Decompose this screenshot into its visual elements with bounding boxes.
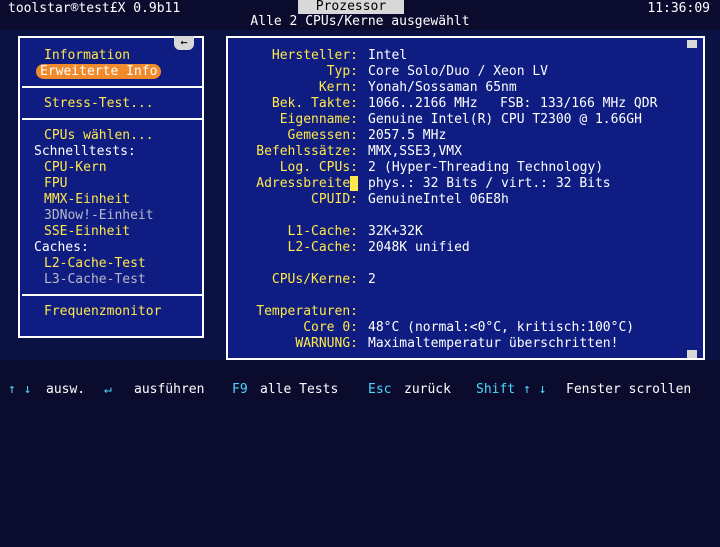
value-bek-takte: 1066..2166 MHz: [368, 96, 478, 111]
menu-item-cpus-waehlen[interactable]: CPUs wählen...: [44, 128, 154, 143]
label-hersteller: Hersteller:: [271, 48, 358, 63]
label-log-cpus: Log. CPUs:: [279, 160, 358, 175]
label-cpuid: CPUID:: [311, 192, 358, 207]
hint-zurueck: zurück: [404, 382, 451, 397]
hint-alle-tests: alle Tests: [260, 382, 339, 397]
value-cpuid: GenuineIntel 06E8h: [368, 192, 509, 207]
menu-item-fpu[interactable]: FPU: [44, 176, 67, 191]
menu-item-l3-cache-test: L3-Cache-Test: [44, 272, 146, 287]
key-hint-bar: ↑ ↓ ausw. ↵ ausführen F9 alle Tests Esc …: [0, 382, 720, 400]
label-gemessen: Gemessen:: [287, 128, 358, 143]
f9-key: F9: [232, 382, 248, 397]
menu-item-l2-cache-test[interactable]: L2-Cache-Test: [44, 256, 146, 271]
menu-divider: [22, 294, 202, 296]
value-adressbreite: phys.: 32 Bits / virt.: 32 Bits: [368, 176, 611, 191]
value-hersteller: Intel: [368, 48, 408, 63]
menu-item-information[interactable]: Information: [44, 48, 130, 63]
scroll-up-icon[interactable]: [687, 40, 697, 48]
menu-item-frequenzmonitor[interactable]: Frequenzmonitor: [44, 304, 161, 319]
menu-divider: [22, 118, 202, 120]
scrollbar[interactable]: [687, 40, 697, 358]
hint-ausfuehren: ausführen: [134, 382, 205, 397]
menu-item-cpu-kern[interactable]: CPU-Kern: [44, 160, 107, 175]
hint-ausw: ausw.: [46, 382, 86, 397]
label-warnung: WARNUNG:: [295, 336, 358, 351]
value-hyperthreading: (Hyper-Threading Technology): [384, 160, 604, 175]
menu-heading-schnelltests: Schnelltests:: [34, 144, 136, 159]
value-kern: Yonah/Sossaman 65nm: [368, 80, 517, 95]
value-eigenname: Genuine Intel(R) CPU T2300 @ 1.66GH: [368, 112, 642, 127]
label-typ: Typ:: [326, 64, 358, 79]
menu-divider: [22, 86, 202, 88]
cpu-info-panel: Hersteller: Intel Typ: Core Solo/Duo / X…: [226, 36, 705, 360]
value-cpus-kerne: 2: [368, 272, 376, 287]
label-befehlssaetze: Befehlssätze:: [256, 144, 358, 159]
scroll-down-icon[interactable]: [687, 350, 697, 358]
label-kern: Kern:: [318, 80, 358, 95]
selection-cursor: [350, 176, 358, 191]
label-eigenname: Eigenname:: [279, 112, 358, 127]
enter-key-icon: ↵: [104, 382, 112, 397]
value-log-cpus: 2: [368, 160, 376, 175]
value-fsb: 133/166 MHz QDR: [540, 96, 658, 111]
label-l2-cache: L2-Cache:: [287, 240, 358, 255]
value-befehlssaetze: MMX,SSE3,VMX: [368, 144, 462, 159]
label-bek-takte: Bek. Takte:: [271, 96, 358, 111]
menu-item-erweiterte-info[interactable]: Erweiterte Info: [36, 64, 162, 79]
value-gemessen: 2057.5 MHz: [368, 128, 447, 143]
menu-item-3dnow-einheit: 3DNow!-Einheit: [44, 208, 154, 223]
arrow-keys-icon: ↑ ↓: [8, 382, 32, 397]
window-tab-prozessor[interactable]: Prozessor: [298, 0, 404, 14]
label-adressbreite: Adressbreite:: [256, 176, 358, 191]
value-warnung: Maximaltemperatur überschritten!: [368, 336, 619, 351]
selection-subtitle: Alle 2 CPUs/Kerne ausgewählt: [250, 14, 470, 29]
menu-heading-caches: Caches:: [34, 240, 89, 255]
label-temperaturen: Temperaturen:: [256, 304, 358, 319]
value-l1-cache: 32K+32K: [368, 224, 423, 239]
menu-item-sse-einheit[interactable]: SSE-Einheit: [44, 224, 130, 239]
value-core-0: 48°C (normal:<0°C, kritisch:100°C): [368, 320, 635, 335]
hint-fenster-scrollen: Fenster scrollen: [566, 382, 692, 397]
value-typ: Core Solo/Duo / Xeon LV: [368, 64, 549, 79]
sidebar-menu: ← Information Erweiterte Info Stress-Tes…: [18, 36, 204, 338]
label-core-0: Core 0:: [303, 320, 358, 335]
back-arrow-icon[interactable]: ←: [174, 36, 194, 50]
label-l1-cache: L1-Cache:: [287, 224, 358, 239]
shift-arrow-keys: Shift ↑ ↓: [476, 382, 547, 397]
label-cpus-kerne: CPUs/Kerne:: [271, 272, 358, 287]
label-fsb: FSB:: [500, 96, 532, 111]
value-l2-cache: 2048K unified: [368, 240, 470, 255]
esc-key: Esc: [368, 382, 392, 397]
menu-item-mmx-einheit[interactable]: MMX-Einheit: [44, 192, 130, 207]
menu-item-stress-test[interactable]: Stress-Test...: [44, 96, 154, 111]
